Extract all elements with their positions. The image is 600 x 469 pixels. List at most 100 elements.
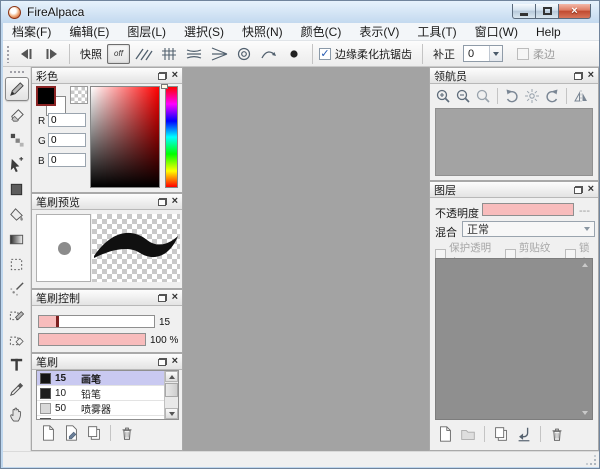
brush-row-paintbrush[interactable]: 15 画笔 bbox=[37, 371, 165, 386]
close-panel-icon[interactable]: × bbox=[172, 197, 178, 206]
float-panel-icon[interactable] bbox=[574, 72, 583, 80]
float-panel-icon[interactable] bbox=[158, 358, 167, 366]
menu-help[interactable]: Help bbox=[527, 23, 570, 40]
close-panel-icon[interactable]: × bbox=[588, 185, 594, 194]
saturation-value-picker[interactable] bbox=[90, 86, 160, 188]
snap-point-button[interactable] bbox=[282, 44, 305, 64]
snap-curve-button[interactable] bbox=[257, 44, 280, 64]
scroll-up-button[interactable] bbox=[165, 371, 178, 382]
layer-blend-dropdown[interactable]: 正常 bbox=[462, 221, 595, 237]
bucket-tool[interactable] bbox=[5, 202, 29, 226]
dropdown-button[interactable] bbox=[489, 46, 502, 61]
rotate-cw-button[interactable] bbox=[543, 87, 561, 104]
float-panel-icon[interactable] bbox=[574, 186, 583, 194]
snap-off-button[interactable]: off bbox=[107, 44, 130, 64]
scroll-thumb[interactable] bbox=[165, 383, 178, 397]
hand-tool[interactable] bbox=[5, 402, 29, 426]
maximize-button[interactable] bbox=[536, 4, 559, 19]
b-input[interactable] bbox=[48, 153, 86, 167]
eyedropper-tool[interactable] bbox=[5, 377, 29, 401]
move-tool[interactable] bbox=[5, 152, 29, 176]
brush-size-slider[interactable] bbox=[38, 315, 155, 328]
snapshot-prev-button[interactable] bbox=[15, 45, 37, 63]
dropdown-button[interactable] bbox=[580, 227, 594, 231]
menu-edit[interactable]: 编辑(E) bbox=[60, 23, 118, 40]
brush-opacity-slider[interactable] bbox=[38, 333, 146, 346]
hue-bar[interactable] bbox=[165, 86, 178, 188]
brush-row-partial[interactable] bbox=[37, 416, 165, 420]
menu-select[interactable]: 選択(S) bbox=[175, 23, 233, 40]
menu-color[interactable]: 颜色(C) bbox=[292, 23, 351, 40]
g-input[interactable] bbox=[48, 133, 86, 147]
text-tool[interactable] bbox=[5, 352, 29, 376]
magic-wand-tool[interactable] bbox=[5, 277, 29, 301]
delete-brush-button[interactable] bbox=[117, 424, 137, 442]
float-panel-icon[interactable] bbox=[158, 72, 167, 80]
layers-list[interactable] bbox=[435, 258, 593, 420]
rotate-reset-button[interactable] bbox=[523, 87, 541, 104]
close-button[interactable]: × bbox=[559, 4, 591, 19]
brush-row-airbrush[interactable]: 50 喷雾器 bbox=[37, 401, 165, 416]
snap-parallel-button[interactable] bbox=[132, 44, 155, 64]
layer-opacity-slider[interactable] bbox=[482, 203, 574, 216]
snap-vanishing-point-button[interactable] bbox=[207, 44, 230, 64]
zoom-in-button[interactable] bbox=[434, 87, 452, 104]
toolbar-drag-handle[interactable] bbox=[6, 45, 11, 63]
close-panel-icon[interactable]: × bbox=[172, 357, 178, 366]
select-rect-tool[interactable] bbox=[5, 252, 29, 276]
navigator-preview[interactable] bbox=[435, 108, 593, 176]
close-panel-icon[interactable]: × bbox=[172, 71, 178, 80]
add-brush-button[interactable] bbox=[38, 424, 58, 442]
select-pen-tool[interactable] bbox=[5, 302, 29, 326]
minimize-button[interactable] bbox=[512, 4, 536, 19]
menu-tools[interactable]: 工具(T) bbox=[408, 23, 465, 40]
transparent-color-swatch[interactable] bbox=[70, 86, 88, 104]
scroll-up-icon[interactable] bbox=[582, 263, 588, 267]
soft-edge-checkbox[interactable] bbox=[517, 48, 529, 60]
snap-horizontal-button[interactable] bbox=[182, 44, 205, 64]
add-layer-button[interactable] bbox=[435, 425, 455, 443]
brush-row-pencil[interactable]: 10 铅笔 bbox=[37, 386, 165, 401]
delete-layer-button[interactable] bbox=[547, 425, 567, 443]
foreground-color-swatch[interactable] bbox=[36, 86, 56, 106]
r-input[interactable] bbox=[48, 113, 86, 127]
close-panel-icon[interactable]: × bbox=[588, 71, 594, 80]
float-panel-icon[interactable] bbox=[158, 294, 167, 302]
pen-tool[interactable] bbox=[5, 77, 29, 101]
zoom-out-button[interactable] bbox=[454, 87, 472, 104]
snap-grid-button[interactable] bbox=[157, 44, 180, 64]
hue-slider-marker[interactable] bbox=[161, 84, 168, 89]
resize-grip[interactable] bbox=[586, 455, 596, 465]
scroll-down-button[interactable] bbox=[165, 408, 178, 419]
select-eraser-tool[interactable] bbox=[5, 327, 29, 351]
duplicate-layer-button[interactable] bbox=[491, 425, 511, 443]
merge-layer-button[interactable] bbox=[514, 425, 534, 443]
correction-dropdown[interactable]: 0 bbox=[463, 45, 503, 62]
edit-brush-button[interactable] bbox=[61, 424, 81, 442]
menu-view[interactable]: 表示(V) bbox=[350, 23, 408, 40]
g-label: G bbox=[38, 136, 46, 147]
fill-rect-tool[interactable] bbox=[5, 177, 29, 201]
scroll-down-icon[interactable] bbox=[582, 411, 588, 415]
menu-layer[interactable]: 图层(L) bbox=[118, 23, 175, 40]
canvas[interactable] bbox=[183, 67, 429, 451]
snapshot-next-button[interactable] bbox=[41, 45, 63, 63]
float-panel-icon[interactable] bbox=[158, 198, 167, 206]
menu-snapshot[interactable]: 快照(N) bbox=[233, 23, 292, 40]
close-panel-icon[interactable]: × bbox=[172, 293, 178, 302]
blur-tool[interactable] bbox=[5, 127, 29, 151]
menu-window[interactable]: 窗口(W) bbox=[466, 23, 527, 40]
brush-list-scrollbar[interactable] bbox=[164, 371, 178, 419]
zoom-reset-button[interactable] bbox=[474, 87, 492, 104]
antialias-checkbox[interactable]: ✓ bbox=[319, 48, 331, 60]
brush-size-handle[interactable] bbox=[56, 316, 59, 327]
snap-concentric-button[interactable] bbox=[232, 44, 255, 64]
tool-palette-drag-handle[interactable] bbox=[9, 70, 25, 75]
add-folder-button[interactable] bbox=[458, 425, 478, 443]
eraser-tool[interactable] bbox=[5, 102, 29, 126]
menu-file[interactable]: 档案(F) bbox=[3, 23, 60, 40]
duplicate-brush-button[interactable] bbox=[84, 424, 104, 442]
flip-horizontal-button[interactable] bbox=[572, 87, 590, 104]
rotate-ccw-button[interactable] bbox=[503, 87, 521, 104]
gradient-tool[interactable] bbox=[5, 227, 29, 251]
